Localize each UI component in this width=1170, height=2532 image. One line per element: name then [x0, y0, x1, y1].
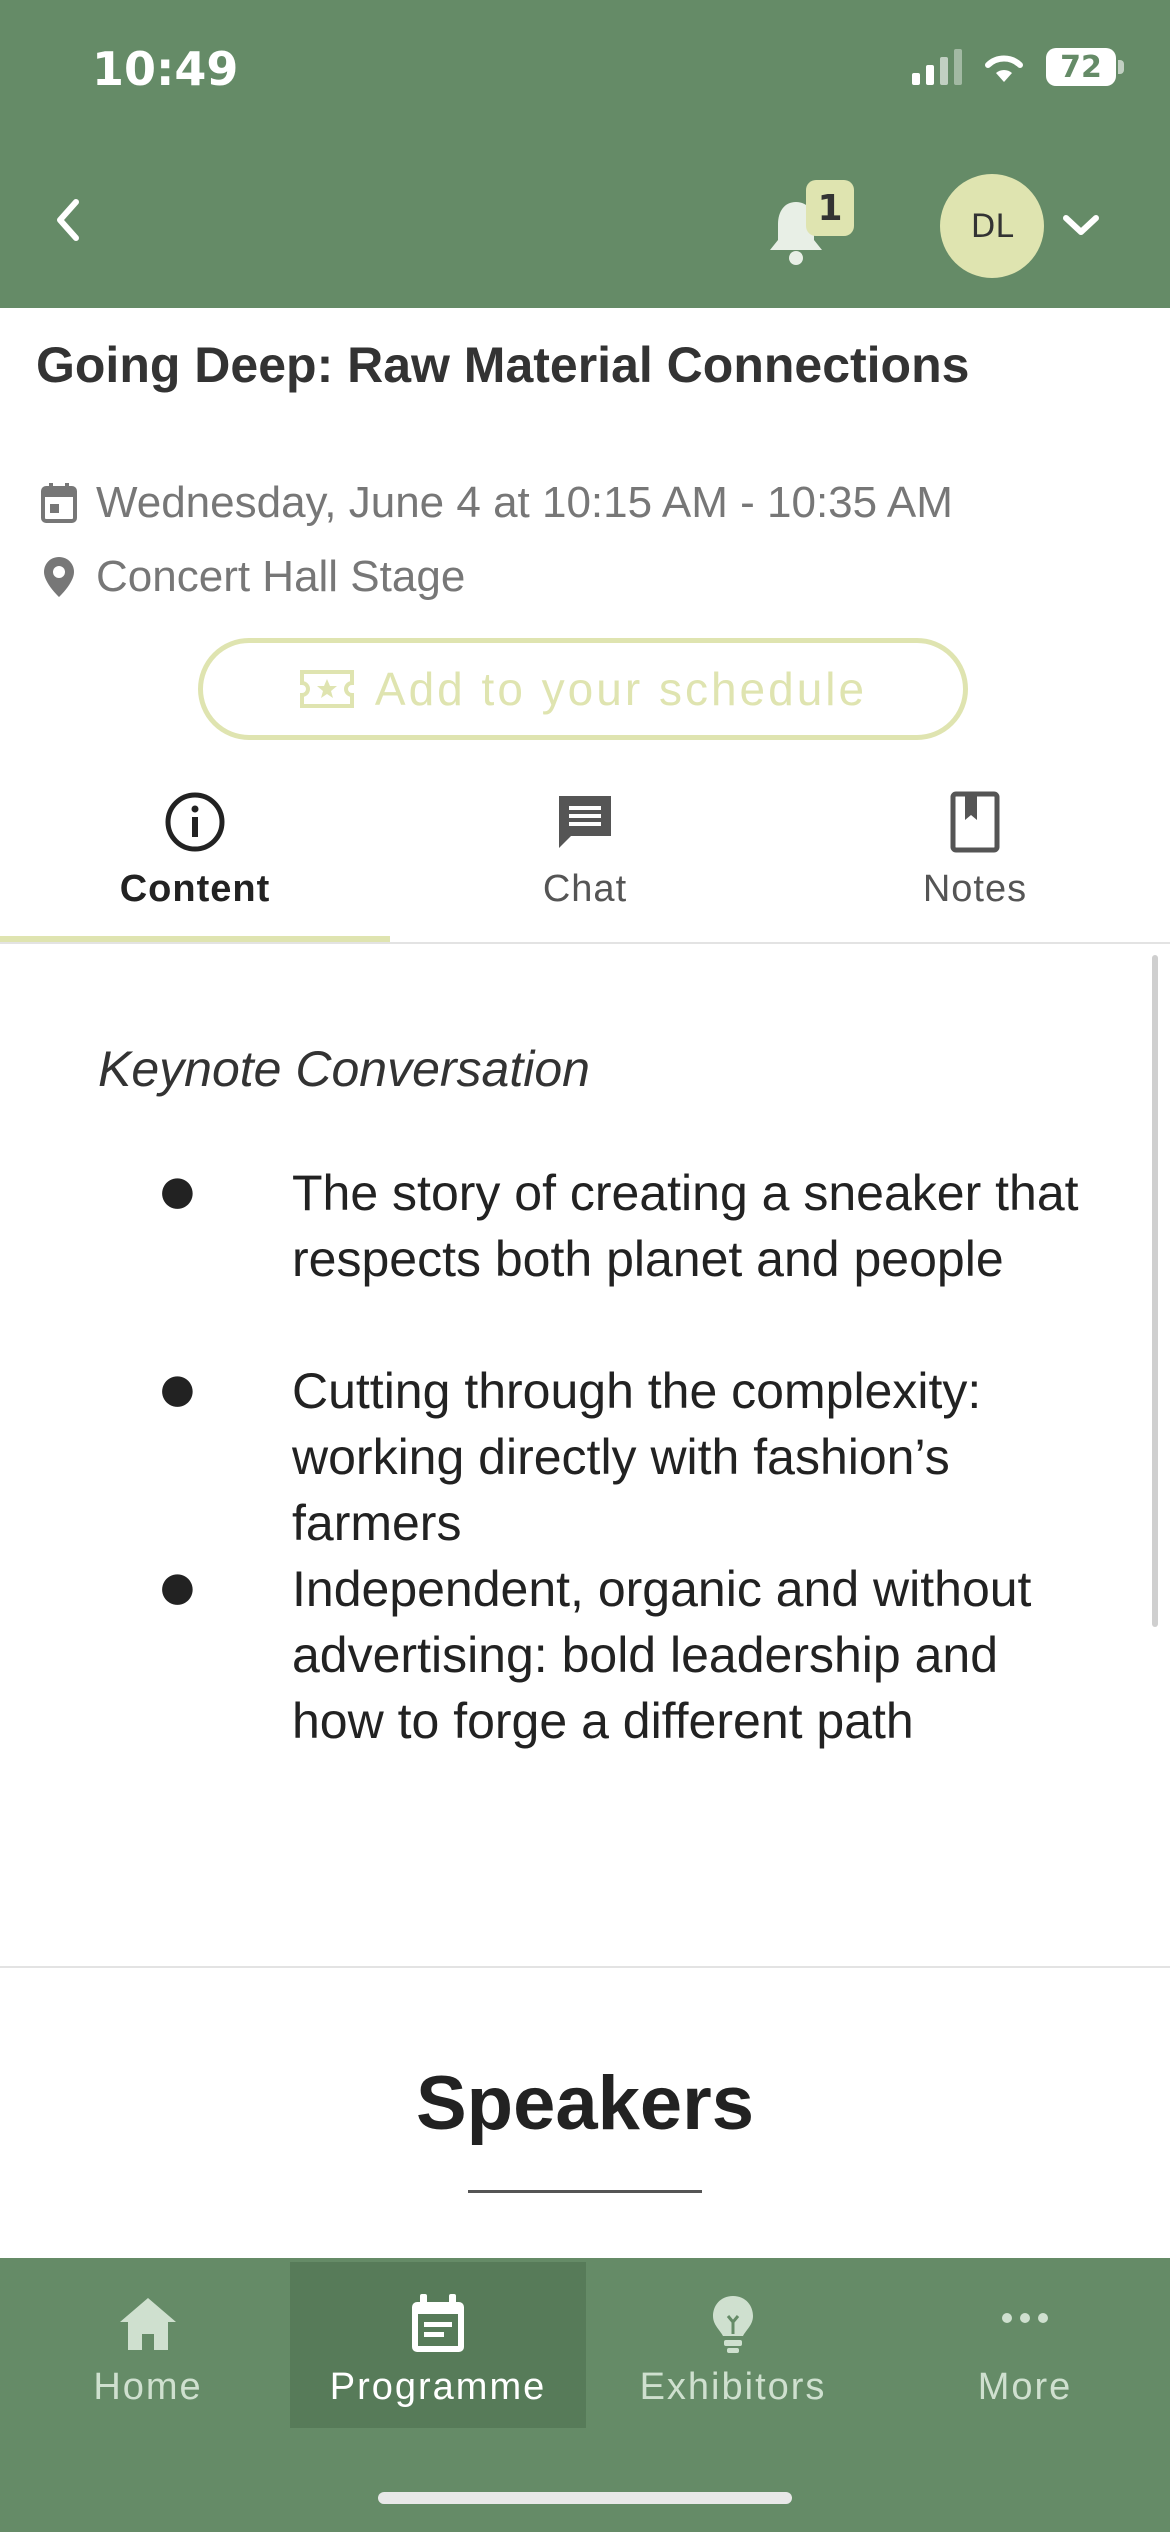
- bookmark-icon: [950, 791, 1000, 853]
- speakers-heading-underline: [468, 2190, 702, 2193]
- section-divider: [0, 1966, 1170, 1968]
- ticket-star-icon: [299, 670, 354, 708]
- session-location-text: Concert Hall Stage: [96, 552, 466, 601]
- back-button[interactable]: [40, 190, 100, 250]
- status-time: 10:49: [92, 42, 239, 96]
- nav-home-label: Home: [93, 2366, 203, 2408]
- notifications-button[interactable]: 1: [764, 180, 864, 270]
- nav-exhibitors[interactable]: Exhibitors: [585, 2262, 881, 2428]
- chat-icon: [559, 796, 611, 848]
- bullet-marker: ●: [160, 1168, 195, 1214]
- status-icons: 72: [912, 48, 1124, 86]
- tabs-divider: [0, 942, 1170, 944]
- location-pin-icon: [44, 557, 74, 597]
- nav-home[interactable]: Home: [0, 2262, 296, 2428]
- lightbulb-icon: [713, 2296, 753, 2353]
- user-avatar[interactable]: DL: [940, 174, 1044, 278]
- nav-programme-label: Programme: [329, 2366, 547, 2408]
- more-dots-icon: [1002, 2313, 1048, 2323]
- info-icon: [165, 792, 225, 852]
- tab-content-label: Content: [119, 868, 271, 910]
- nav-more[interactable]: More: [877, 2262, 1170, 2428]
- session-location: Concert Hall Stage: [40, 552, 465, 602]
- add-to-schedule-label: Add to your schedule: [374, 663, 868, 715]
- calendar-icon: [41, 483, 77, 523]
- nav-programme[interactable]: Programme: [290, 2262, 586, 2428]
- list-item: Independent, organic and without adverti…: [292, 1561, 1032, 1749]
- tab-chat-label: Chat: [542, 868, 628, 910]
- content-subtitle: Keynote Conversation: [98, 1041, 590, 1097]
- speakers-heading: Speakers: [415, 2061, 755, 2146]
- tab-notes-label: Notes: [922, 868, 1028, 910]
- notification-count-badge: 1: [806, 180, 854, 236]
- tab-content[interactable]: Content: [0, 790, 390, 940]
- home-icon: [120, 2298, 176, 2350]
- home-indicator: [378, 2492, 792, 2504]
- nav-exhibitors-label: Exhibitors: [639, 2366, 827, 2408]
- session-title: Going Deep: Raw Material Connections: [36, 337, 970, 393]
- add-to-schedule-button[interactable]: Add to your schedule: [198, 638, 968, 740]
- tab-notes[interactable]: Notes: [780, 790, 1170, 940]
- session-datetime-text: Wednesday, June 4 at 10:15 AM - 10:35 AM: [96, 478, 953, 527]
- bullet-marker: ●: [160, 1564, 195, 1610]
- list-item: Cutting through the complexity: working …: [292, 1363, 982, 1551]
- scrollbar[interactable]: [1152, 955, 1158, 1627]
- nav-more-label: More: [977, 2366, 1073, 2408]
- wifi-icon: [985, 55, 1023, 82]
- calendar-icon: [412, 2294, 464, 2352]
- account-menu-toggle[interactable]: [1056, 196, 1106, 256]
- list-item: The story of creating a sneaker that res…: [292, 1165, 1079, 1287]
- session-datetime: Wednesday, June 4 at 10:15 AM - 10:35 AM: [40, 478, 953, 528]
- battery-icon: 72: [1046, 48, 1124, 86]
- tab-chat[interactable]: Chat: [390, 790, 780, 940]
- chevron-left-icon: [57, 199, 79, 241]
- cellular-signal-icon: [912, 49, 962, 85]
- chevron-down-icon: [1063, 215, 1099, 235]
- bullet-marker: ●: [160, 1366, 195, 1412]
